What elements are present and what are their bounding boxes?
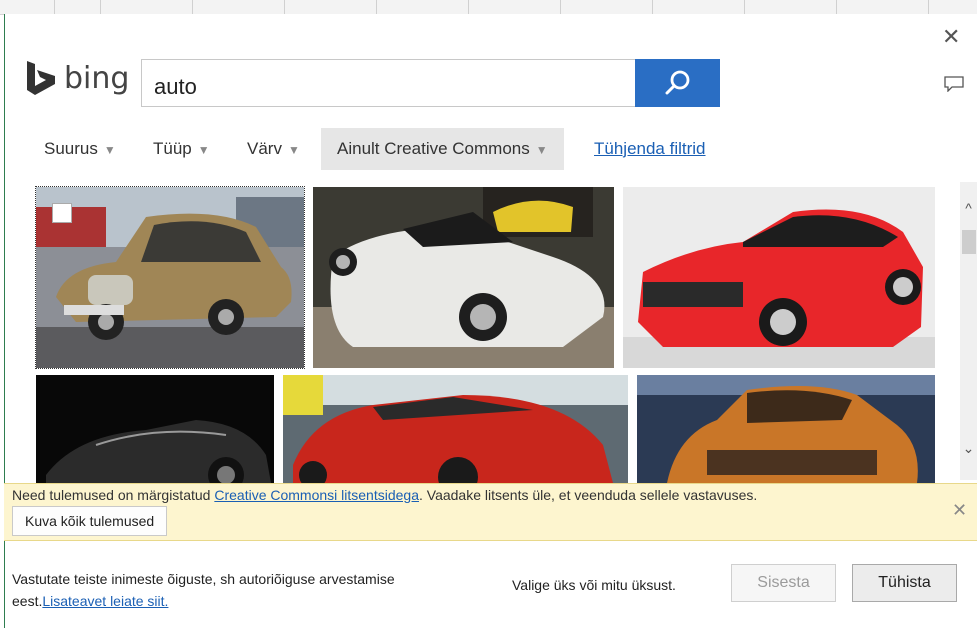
scroll-thumb[interactable]	[962, 230, 976, 254]
bing-logo: bing	[24, 60, 129, 96]
notice-text-before: Need tulemused on märgistatud	[12, 487, 215, 503]
filter-color[interactable]: Värv ▼	[247, 128, 300, 170]
selection-checkbox[interactable]	[52, 203, 72, 223]
filter-type-label: Tüüp	[153, 139, 192, 158]
bing-wordmark: bing	[64, 60, 130, 96]
search-box	[141, 59, 635, 110]
notice-text-after: . Vaadake litsents üle, et veenduda sell…	[418, 487, 758, 503]
learn-more-link[interactable]: Lisateavet leiate siit.	[42, 593, 168, 609]
image-result-black-concept-car[interactable]	[36, 375, 274, 483]
results-scrollbar[interactable]	[960, 182, 977, 480]
chevron-down-icon: ▼	[197, 143, 210, 157]
filter-type[interactable]: Tüüp ▼	[153, 128, 210, 170]
image-result-brown-vintage-car[interactable]	[35, 186, 305, 369]
rights-notice: Vastutate teiste inimeste õiguste, sh au…	[12, 568, 412, 612]
spreadsheet-background-strip	[0, 0, 977, 15]
creative-commons-link[interactable]: Creative Commonsi litsentsidega	[214, 487, 419, 503]
chevron-down-icon: ▼	[103, 143, 116, 157]
insert-button[interactable]: Sisesta	[731, 564, 836, 602]
search-button[interactable]	[635, 59, 720, 107]
filter-license-label: Ainult Creative Commons	[337, 139, 530, 158]
scroll-up-icon[interactable]: ^	[960, 200, 977, 220]
bing-b-icon	[27, 61, 55, 95]
chevron-down-icon: ▼	[287, 143, 300, 157]
filter-size-label: Suurus	[44, 139, 98, 158]
image-result-orange-suv-concept[interactable]	[637, 375, 935, 483]
clear-filters-link[interactable]: Tühjenda filtrid	[594, 128, 706, 170]
scroll-down-icon[interactable]: ⌄	[960, 440, 977, 460]
show-all-results-button[interactable]: Kuva kõik tulemused	[12, 506, 168, 536]
image-result-red-kia-coupe[interactable]	[623, 187, 935, 368]
close-icon[interactable]: ✕	[952, 500, 967, 521]
image-result-red-concept-car[interactable]	[283, 375, 628, 483]
close-icon[interactable]: ✕	[942, 26, 960, 48]
search-input[interactable]	[142, 60, 634, 110]
cancel-button[interactable]: Tühista	[852, 564, 957, 602]
comment-icon[interactable]	[944, 76, 964, 92]
selection-status: Valige üks või mitu üksust.	[512, 577, 676, 593]
filter-license[interactable]: Ainult Creative Commons ▼	[321, 128, 564, 170]
search-icon	[665, 70, 689, 95]
image-result-white-lamborghini[interactable]	[313, 187, 614, 368]
notice-text: Need tulemused on märgistatud Creative C…	[12, 487, 757, 503]
chevron-down-icon: ▼	[535, 143, 548, 157]
filter-color-label: Värv	[247, 139, 282, 158]
filter-size[interactable]: Suurus ▼	[44, 128, 116, 170]
